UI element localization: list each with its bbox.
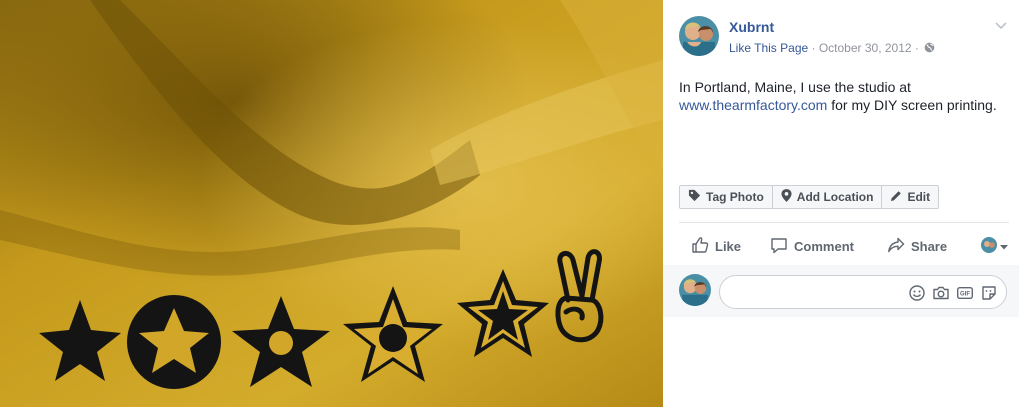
share-arrow-icon [887, 236, 905, 257]
pencil-icon [890, 190, 902, 205]
share-label: Share [910, 238, 948, 254]
svg-text:GIF: GIF [960, 292, 970, 298]
meta-separator-2: · [911, 41, 923, 55]
chevron-down-icon[interactable] [993, 18, 1009, 34]
meta-separator: · [808, 41, 819, 55]
post-link[interactable]: www.thearmfactory.com [679, 97, 827, 113]
add-location-button[interactable]: Add Location [771, 186, 882, 208]
action-bar: Like Comment Share [679, 230, 1009, 262]
gif-icon[interactable]: GIF [956, 284, 974, 302]
post-header: Xubrnt Like This Page · October 30, 2012… [679, 16, 1009, 58]
post-photo[interactable] [0, 0, 663, 407]
divider [679, 222, 1009, 223]
author-name[interactable]: Xubrnt [729, 19, 774, 35]
avatar-small [981, 237, 997, 258]
sticker-icon[interactable] [980, 284, 998, 302]
camera-icon[interactable] [932, 284, 950, 302]
comment-composer: GIF [663, 265, 1019, 317]
thumbs-up-icon [691, 236, 709, 257]
share-button[interactable]: Share [887, 236, 947, 257]
comment-tools: GIF [908, 284, 998, 302]
post-date[interactable]: October 30, 2012 [819, 41, 912, 55]
chevron-down-icon [999, 239, 1009, 257]
edit-button[interactable]: Edit [881, 186, 938, 208]
tag-photo-label: Tag Photo [706, 190, 764, 204]
comment-label: Comment [794, 238, 854, 254]
comment-button[interactable]: Comment [770, 236, 854, 257]
like-page-link[interactable]: Like This Page [729, 41, 808, 55]
commenter-avatar [679, 274, 711, 306]
post-meta: Like This Page · October 30, 2012 · [729, 41, 935, 56]
post-text-end: for my DIY screen printing. [827, 97, 997, 113]
tag-photo-button[interactable]: Tag Photo [680, 186, 772, 208]
tshirt-photo [0, 0, 663, 407]
emoji-icon[interactable] [908, 284, 926, 302]
post-text-start: In Portland, Maine, I use the studio at [679, 79, 911, 95]
comment-input[interactable]: GIF [719, 275, 1007, 309]
post-details-panel: Xubrnt Like This Page · October 30, 2012… [663, 0, 1019, 407]
post-text: In Portland, Maine, I use the studio at … [679, 78, 1009, 114]
like-button[interactable]: Like [691, 236, 741, 257]
tag-icon [688, 189, 701, 205]
speech-bubble-icon [770, 236, 788, 257]
post-as-selector[interactable] [981, 237, 1009, 258]
map-pin-icon [781, 189, 792, 205]
photo-tools: Tag Photo Add Location Edit [679, 185, 940, 209]
globe-icon[interactable] [924, 42, 935, 56]
add-location-label: Add Location [796, 190, 874, 204]
like-label: Like [715, 238, 742, 254]
edit-label: Edit [907, 190, 931, 204]
avatar[interactable] [679, 16, 719, 56]
